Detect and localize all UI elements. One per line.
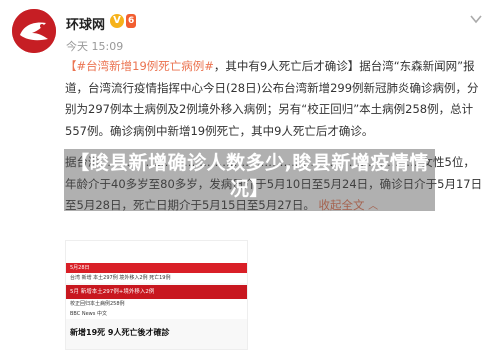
- post-line: 【#台湾新增19例死亡病例#，其中有9人死亡后才确诊】据台湾“东森新闻网”报: [65, 56, 485, 78]
- account-name[interactable]: 环球网: [66, 14, 105, 33]
- thumbnail-stats-row: 台湾 新增 本土297例 境外移入2例 死亡19例: [66, 273, 247, 283]
- post-image-thumbnail[interactable]: 5月28日 台湾 新增 本土297例 境外移入2例 死亡19例 5月 新增本土2…: [65, 240, 248, 350]
- avatar[interactable]: [12, 9, 56, 53]
- post-header: 环球网 V 6 今天 15:09: [0, 0, 500, 56]
- more-options-chevron-icon[interactable]: [467, 10, 485, 28]
- hashtag-link[interactable]: 【#台湾新增19例死亡病例#: [65, 59, 214, 73]
- post-timestamp: 今天 15:09: [66, 40, 124, 53]
- thumbnail-top: [66, 241, 247, 263]
- thumbnail-tab: 5月 新增本土297例+境外移入2例: [66, 285, 247, 299]
- thumbnail-title: 新增19死 9人死亡後才確診: [70, 328, 170, 337]
- post-body: 【#台湾新增19例死亡病例#，其中有9人死亡后才确诊】据台湾“东森新闻网”报 道…: [65, 56, 485, 142]
- post-line: 别为297例本土病例及2例境外移入病例；另有“校正回归”本土病例258例，总计: [65, 102, 474, 116]
- thumbnail-line: 校正回归本土病例258例: [66, 299, 247, 309]
- level-badge: 6: [126, 14, 137, 28]
- headline-title: 【睃县新增确诊人数多少,睃县新增疫情情况】: [70, 152, 429, 200]
- verified-badge-icon: V: [110, 14, 124, 28]
- thumbnail-line: BBC News 中文: [66, 309, 247, 319]
- post-line: 557例。确诊病例中新增19例死亡，其中9人死亡后才确诊。: [65, 123, 374, 138]
- globe-logo-icon: [12, 9, 56, 53]
- post-line-text: ，其中有9人死亡后才确诊】据台湾“东森新闻网”报: [213, 59, 475, 73]
- post-line: 道，台湾流行疫情指挥中心今日(28日)公布台湾新增299例新冠肺炎确诊病例，分: [65, 80, 479, 95]
- thumbnail-red-bar: 5月28日: [66, 263, 247, 273]
